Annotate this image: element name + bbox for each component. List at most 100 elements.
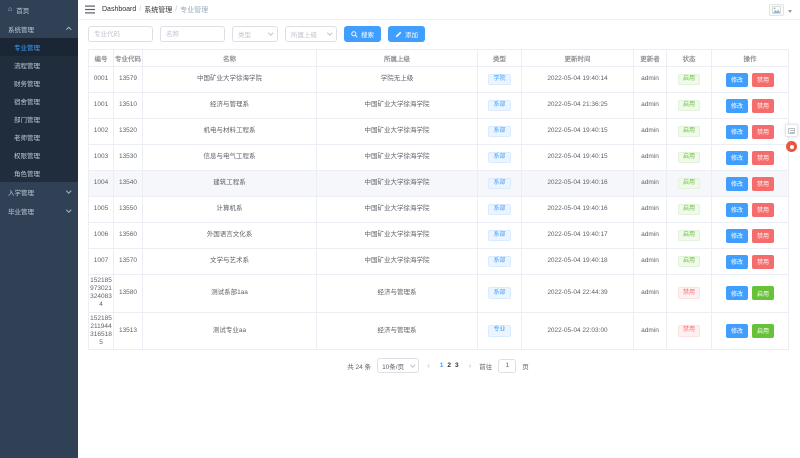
edit-row-button[interactable]: 修改 [725,150,748,165]
page-number-2[interactable]: 2 [445,362,453,369]
row-type-cell: 系部 [477,170,522,197]
row-time: 2022-05-04 19:40:14 [521,66,634,93]
breadcrumb-current: 专业管理 [180,6,209,14]
edit-row-button[interactable]: 修改 [725,202,748,217]
filter-bar: 类型 所属上级 搜索 添加 [78,20,800,46]
name-input[interactable] [160,26,225,42]
sidebar-item-label: 首页 [16,7,30,15]
row-updater: admin [633,248,667,275]
add-button[interactable]: 添加 [388,26,425,42]
breadcrumb-separator: / [139,6,142,13]
toggle-status-button[interactable]: 禁用 [752,150,775,165]
status-tag: 禁用 [677,324,700,337]
edit-row-button[interactable]: 修改 [725,98,748,113]
sidebar-item-专业管理[interactable]: 专业管理 [0,38,78,56]
search-button-label: 搜索 [361,32,374,39]
breadcrumb-system[interactable]: 系统管理 [144,5,172,15]
sidebar-item-老师管理[interactable]: 老师管理 [0,128,78,146]
edit-row-button[interactable]: 修改 [725,323,748,338]
table-row: 1004 13540 建筑工程系 中国矿业大学徐海学院 系部 2022-05-04 19:… [88,170,789,197]
sidebar-item-宿舍管理[interactable]: 宿舍管理 [0,92,78,110]
column-header: 类型 [477,49,522,67]
row-code: 13520 [113,118,143,145]
row-time: 2022-05-04 19:40:16 [521,170,634,197]
sidebar-item-label: 财务管理 [14,81,40,88]
breadcrumb-dashboard[interactable]: Dashboard [102,6,136,13]
row-id: 1005 [88,196,114,223]
search-button[interactable]: 搜索 [344,26,381,42]
type-select[interactable]: 类型 [232,26,278,42]
sidebar-item-部门管理[interactable]: 部门管理 [0,110,78,128]
user-menu[interactable] [769,3,792,16]
table-row: 1001 13510 经济与管理系 中国矿业大学徐海学院 系部 2022-05-04 21… [88,92,789,119]
toggle-status-button[interactable]: 启用 [752,323,775,338]
row-name: 信息与电气工程系 [142,144,317,171]
row-id: 1004 [88,170,114,197]
page-size-value: 10条/页 [382,363,405,371]
next-page-button[interactable]: › [467,361,474,370]
toggle-status-button[interactable]: 禁用 [752,98,775,113]
sidebar-item-label: 系统管理 [8,26,34,34]
row-actions-cell: 修改 禁用 [711,92,789,119]
goto-page-input[interactable] [498,358,517,373]
float-badge-button[interactable] [786,141,797,152]
row-updater: admin [633,66,667,93]
sidebar-item-系统管理[interactable]: 系统管理 [0,19,78,38]
table-header-row: 编号 专业代码 名称 所属上级 类型 更新时间 更新者 状态 操作 [88,49,789,67]
sidebar-item-首页[interactable]: ⌂ 首页 [0,0,78,19]
edit-row-button[interactable]: 修改 [725,286,748,301]
page-size-select[interactable]: 10条/页 [377,358,420,373]
row-time: 2022-05-04 22:03:00 [521,311,634,350]
edit-row-button[interactable]: 修改 [725,176,748,191]
major-code-input[interactable] [88,26,153,42]
row-updater: admin [633,311,667,350]
row-code: 13550 [113,196,143,223]
sidebar-item-label: 流程管理 [14,63,40,70]
edit-row-button[interactable]: 修改 [725,228,748,243]
hamburger-icon[interactable] [84,4,96,16]
column-header: 更新者 [633,49,667,67]
row-status-cell: 启用 [666,92,712,119]
chevron-up-icon [65,27,71,32]
sidebar-item-角色管理[interactable]: 角色管理 [0,164,78,182]
edit-row-button[interactable]: 修改 [725,72,748,87]
toggle-status-button[interactable]: 启用 [752,286,775,301]
toggle-status-button[interactable]: 禁用 [752,176,775,191]
page-number-3[interactable]: 3 [453,362,461,369]
edit-row-button[interactable]: 修改 [725,254,748,269]
toggle-status-button[interactable]: 禁用 [752,254,775,269]
row-status-cell: 启用 [666,118,712,145]
edit-icon [395,31,402,37]
sidebar-item-财务管理[interactable]: 财务管理 [0,74,78,92]
majors-table: 编号 专业代码 名称 所属上级 类型 更新时间 更新者 状态 操作 0001 13579 中国矿业大… [88,49,789,350]
toggle-status-button[interactable]: 禁用 [752,124,775,139]
chevron-down-icon [65,207,71,212]
sidebar-item-label: 权限管理 [14,153,40,160]
sidebar-item-入学管理[interactable]: 入学管理 [0,182,78,201]
row-type-cell: 系部 [477,196,522,223]
type-tag: 系部 [488,177,511,190]
edit-row-button[interactable]: 修改 [725,124,748,139]
row-actions-cell: 修改 启用 [711,311,789,350]
toggle-status-button[interactable]: 禁用 [752,228,775,243]
sidebar-item-毕业管理[interactable]: 毕业管理 [0,201,78,220]
sidebar-item-权限管理[interactable]: 权限管理 [0,146,78,164]
prev-page-button[interactable]: ‹ [425,361,432,370]
float-panel-button[interactable] [785,124,798,137]
toggle-status-button[interactable]: 禁用 [752,202,775,217]
parent-select[interactable]: 所属上级 [285,26,337,42]
image-placeholder-icon [772,5,781,14]
row-parent: 中国矿业大学徐海学院 [316,118,478,145]
row-status-cell: 启用 [666,248,712,275]
row-type-cell: 系部 [477,274,522,313]
avatar[interactable] [769,3,784,16]
table-row: 1005 13550 计算机系 中国矿业大学徐海学院 系部 2022-05-04 19:4… [88,196,789,223]
column-header: 所属上级 [316,49,478,67]
table-row: 1006 13560 外国语言文化系 中国矿业大学徐海学院 系部 2022-05-04 1… [88,222,789,249]
breadcrumb-separator: / [175,6,178,13]
toggle-status-button[interactable]: 禁用 [752,72,775,87]
sidebar-item-流程管理[interactable]: 流程管理 [0,56,78,74]
status-tag: 启用 [677,99,700,112]
row-name: 中国矿业大学徐海学院 [142,66,317,93]
row-code: 13513 [113,311,143,350]
